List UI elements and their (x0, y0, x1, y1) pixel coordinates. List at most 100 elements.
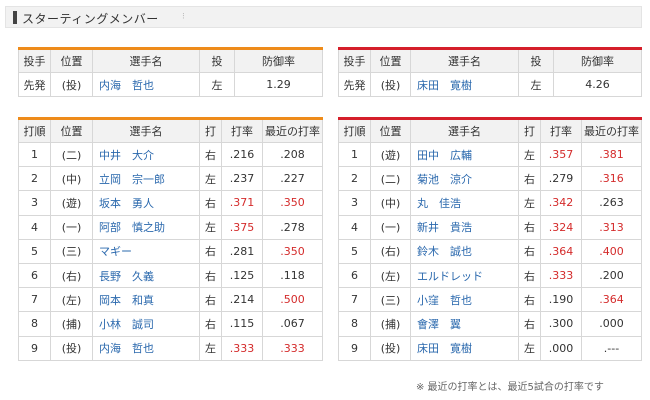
player-name-link[interactable]: 菊池 涼介 (410, 166, 519, 192)
table-row: 3 (遊) 坂本 勇人右 .371.350 (18, 190, 323, 216)
player-name-link[interactable]: 丸 佳浩 (410, 190, 519, 216)
pitcher-row: 先発 (投) 床田 寛樹 左 4.26 (338, 71, 642, 98)
column-header: 位置 (50, 118, 93, 143)
column-header: 投手 (18, 48, 51, 73)
bat-hand: 右 (199, 262, 222, 289)
column-header: 投 (199, 48, 235, 73)
batting-average: .000 (540, 335, 582, 361)
bat-hand: 左 (199, 335, 222, 361)
player-name-link[interactable]: 立岡 宗一郎 (92, 166, 200, 192)
batting-average: .324 (540, 214, 582, 240)
player-name-link[interactable]: 内海 哲也 (92, 335, 200, 361)
table-row: 2 (中) 立岡 宗一郎左 .237.227 (18, 166, 323, 192)
player-name-link[interactable]: 新井 貴浩 (410, 214, 519, 240)
recent-average: .381 (581, 141, 642, 168)
lineup-header-row: 打順 位置 選手名打打率 最近の打率 (18, 118, 323, 143)
bat-hand: 右 (199, 238, 222, 264)
recent-average: .350 (262, 238, 323, 264)
position: (遊) (370, 141, 411, 168)
pitcher-row: 先発 (投) 内海 哲也 左 1.29 (18, 71, 323, 98)
column-header: 選手名 (410, 48, 519, 73)
recent-average: .067 (262, 311, 323, 337)
column-header: 最近の打率 (581, 118, 642, 143)
lineup-header-row: 打順 位置 選手名打打率 最近の打率 (338, 118, 642, 143)
bat-hand: 左 (518, 141, 541, 168)
batting-average: .214 (221, 287, 263, 313)
batting-order: 2 (338, 166, 371, 192)
batting-average: .237 (221, 166, 263, 192)
player-name-link[interactable]: 小窪 哲也 (410, 287, 519, 313)
batting-average: .115 (221, 311, 263, 337)
bat-hand: 右 (518, 238, 541, 264)
batting-average: .364 (540, 238, 582, 264)
recent-average: .208 (262, 141, 323, 168)
batting-average: .279 (540, 166, 582, 192)
player-name-link[interactable]: マギー (92, 238, 200, 264)
table-row: 8 (捕) 小林 誠司右 .115.067 (18, 311, 323, 337)
recent-average: .364 (581, 287, 642, 313)
column-header: 打 (518, 118, 541, 143)
position: (一) (370, 214, 411, 240)
player-name-link[interactable]: エルドレッド (410, 262, 519, 289)
batting-average: .216 (221, 141, 263, 168)
batting-order: 9 (18, 335, 51, 361)
recent-average: .350 (262, 190, 323, 216)
column-header: 位置 (50, 48, 93, 73)
pitcher-era: 4.26 (553, 71, 642, 98)
batting-order: 3 (18, 190, 51, 216)
position: (遊) (50, 190, 93, 216)
player-name-link[interactable]: 鈴木 誠也 (410, 238, 519, 264)
position: (投) (50, 335, 93, 361)
bat-hand: 左 (518, 335, 541, 361)
batting-average: .333 (221, 335, 263, 361)
player-name-link[interactable]: 阿部 慎之助 (92, 214, 200, 240)
bat-hand: 右 (199, 141, 222, 168)
footnote: ※ 最近の打率とは、最近5試合の打率です (416, 382, 604, 393)
batting-average: .342 (540, 190, 582, 216)
bat-hand: 右 (518, 262, 541, 289)
position: (三) (370, 287, 411, 313)
header-bar-mark (13, 11, 17, 24)
player-name-link[interactable]: 中井 大介 (92, 141, 200, 168)
recent-average: .313 (581, 214, 642, 240)
player-name-link[interactable]: 會澤 翼 (410, 311, 519, 337)
position: (捕) (370, 311, 411, 337)
column-header: 防御率 (234, 48, 323, 73)
player-name-link[interactable]: 田中 広輔 (410, 141, 519, 168)
page-title: スターティングメンバー (22, 12, 159, 26)
player-name-link[interactable]: 坂本 勇人 (92, 190, 200, 216)
table-row: 9 (投) 床田 寛樹左 .000 .--- (338, 335, 642, 361)
pitcher-name-link[interactable]: 内海 哲也 (92, 71, 200, 98)
table-row: 7 (三) 小窪 哲也右 .190.364 (338, 287, 642, 313)
player-name-link[interactable]: 小林 誠司 (92, 311, 200, 337)
position: (投) (370, 335, 411, 361)
batting-average: .190 (540, 287, 582, 313)
batting-order: 1 (18, 141, 51, 168)
pitcher-pos: (投) (50, 71, 93, 98)
table-row: 4 (一) 阿部 慎之助左 .375.278 (18, 214, 323, 240)
recent-average: .263 (581, 190, 642, 216)
recent-average: .118 (262, 262, 323, 289)
table-row: 4 (一) 新井 貴浩右 .324.313 (338, 214, 642, 240)
recent-average: .316 (581, 166, 642, 192)
column-header: 打率 (221, 118, 263, 143)
table-row: 1 (二) 中井 大介右 .216.208 (18, 141, 323, 168)
player-name-link[interactable]: 長野 久義 (92, 262, 200, 289)
pitcher-name-link[interactable]: 床田 寛樹 (410, 71, 519, 98)
player-name-link[interactable]: 岡本 和真 (92, 287, 200, 313)
batting-average: .333 (540, 262, 582, 289)
batting-order: 7 (18, 287, 51, 313)
table-row: 9 (投) 内海 哲也左 .333.333 (18, 335, 323, 361)
pitcher-hand: 左 (199, 71, 235, 98)
player-name-link[interactable]: 床田 寛樹 (410, 335, 519, 361)
column-header: 投 (518, 48, 554, 73)
bat-hand: 右 (199, 287, 222, 313)
batting-order: 8 (18, 311, 51, 337)
batting-average: .125 (221, 262, 263, 289)
bat-hand: 右 (518, 166, 541, 192)
batting-order: 4 (18, 214, 51, 240)
batting-order: 8 (338, 311, 371, 337)
column-header: 位置 (370, 48, 411, 73)
table-row: 6 (左) エルドレッド右 .333.200 (338, 262, 642, 289)
table-row: 7 (左) 岡本 和真右 .214.500 (18, 287, 323, 313)
